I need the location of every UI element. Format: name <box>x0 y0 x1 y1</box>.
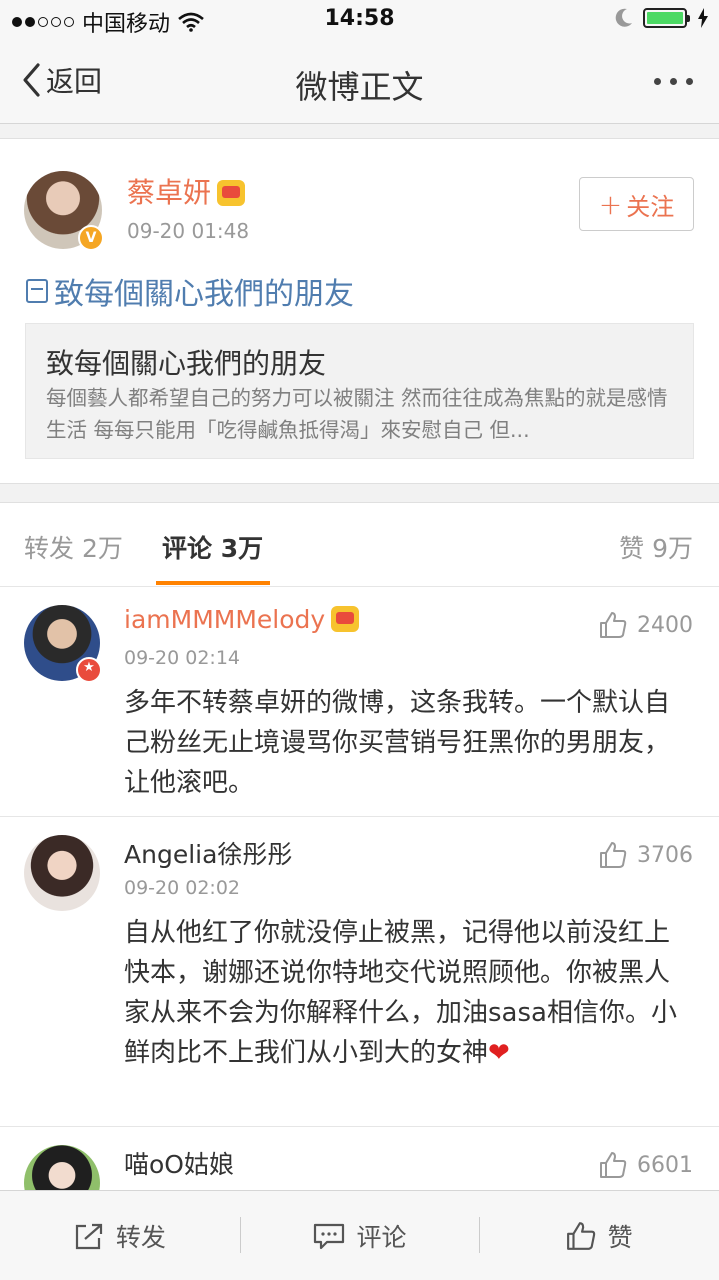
follow-label: 关注 <box>626 192 675 221</box>
commenter-name[interactable]: Angelia徐彤彤 <box>124 835 292 871</box>
thumbs-up-icon <box>600 1152 627 1178</box>
comment-item: iamMMMMelody 09-20 02:14 2400 多年不转蔡卓妍的微博… <box>0 587 719 817</box>
battery-icon <box>643 8 690 28</box>
more-options-icon[interactable] <box>654 78 693 85</box>
tab-comments[interactable]: 评论 3万 <box>162 529 263 565</box>
commenter-name-text: iamMMMMelody <box>124 605 326 634</box>
like-label: 赞 <box>607 1222 633 1252</box>
active-tab-indicator <box>156 581 270 585</box>
comment-like-button[interactable]: 3706 <box>599 841 693 869</box>
plus-icon: + <box>598 187 623 221</box>
comment-time: 09-20 02:14 <box>124 647 241 669</box>
like-button[interactable]: 赞 <box>479 1191 719 1280</box>
comment-like-count: 3706 <box>637 842 693 868</box>
page-title: 微博正文 <box>295 68 424 106</box>
post-text: 致每個關心我們的朋友 <box>54 277 354 312</box>
comment-like-button[interactable]: 2400 <box>599 611 693 639</box>
post-author-name-text: 蔡卓妍 <box>127 176 212 209</box>
thumbs-up-icon <box>566 1221 595 1250</box>
repost-icon <box>75 1223 102 1249</box>
thumbs-up-icon <box>600 842 627 868</box>
thumbs-up-icon <box>600 612 627 638</box>
post-card: V 蔡卓妍 09-20 01:48 + 关注 致每個關心我們的朋友 致每個關心我… <box>0 138 719 484</box>
star-badge-icon <box>76 657 102 683</box>
comment-time: 09-20 02:02 <box>124 877 241 899</box>
post-text-link[interactable]: 致每個關心我們的朋友 <box>26 269 354 313</box>
heart-icon: ❤ <box>488 1038 510 1068</box>
vip-crown-icon <box>331 606 360 632</box>
article-summary: 每個藝人都希望自己的努力可以被關注 然而往往成為焦點的就是感情生活 每每只能用「… <box>46 386 668 442</box>
follow-button[interactable]: + 关注 <box>579 177 694 231</box>
moon-icon <box>615 8 632 27</box>
tab-bar: 转发 2万 评论 3万 赞 9万 <box>0 503 719 587</box>
vip-crown-icon <box>217 180 246 206</box>
tab-likes[interactable]: 赞 9万 <box>619 529 693 565</box>
nav-bar: 返回 微博正文 <box>0 40 719 124</box>
comment-item: 喵oO姑娘 6601 <box>0 1127 719 1190</box>
repost-button[interactable]: 转发 <box>0 1191 240 1280</box>
bottom-toolbar: 转发 评论 赞 <box>0 1190 719 1280</box>
weibo-post-page: 中国移动 14:58 返回 微博正文 V 蔡卓妍 09-20 01:48 + 关… <box>0 0 719 1280</box>
interaction-section: 转发 2万 评论 3万 赞 9万 iamMMMMelody 09-20 02:1… <box>0 502 719 1190</box>
commenter-avatar[interactable] <box>24 1145 100 1190</box>
comment-text: 多年不转蔡卓妍的微博，这条我转。一个默认自己粉丝无止境谩骂你买营销号狂黑你的男朋… <box>124 688 671 798</box>
comment-like-count: 6601 <box>637 1152 693 1178</box>
post-author-name[interactable]: 蔡卓妍 <box>127 171 246 211</box>
comment-text: 自从他红了你就没停止被黑，记得他以前没红上快本，谢娜还说你特地交代说照顾他。你被… <box>124 913 684 1073</box>
comment-text-body: 自从他红了你就没停止被黑，记得他以前没红上快本，谢娜还说你特地交代说照顾他。你被… <box>124 918 677 1068</box>
comment-item: Angelia徐彤彤 09-20 02:02 3706 自从他红了你就没停止被黑… <box>0 817 719 1127</box>
repost-label: 转发 <box>115 1222 166 1252</box>
comment-label: 评论 <box>356 1222 407 1252</box>
verified-badge-icon: V <box>78 225 104 251</box>
article-title: 致每個關心我們的朋友 <box>46 347 327 380</box>
status-time: 14:58 <box>324 6 395 31</box>
status-right <box>615 8 709 28</box>
status-bar: 中国移动 14:58 <box>0 0 719 40</box>
comment-like-count: 2400 <box>637 612 693 638</box>
comment-button[interactable]: 评论 <box>239 1191 480 1280</box>
charging-bolt-icon <box>698 8 708 28</box>
post-time: 09-20 01:48 <box>127 219 250 243</box>
article-preview-card[interactable]: 致每個關心我們的朋友 每個藝人都希望自己的努力可以被關注 然而往往成為焦點的就是… <box>25 323 694 459</box>
commenter-name[interactable]: 喵oO姑娘 <box>124 1145 234 1181</box>
commenter-avatar[interactable] <box>24 835 100 911</box>
article-icon <box>26 279 48 303</box>
commenter-name[interactable]: iamMMMMelody <box>124 605 360 634</box>
comment-icon <box>313 1223 344 1249</box>
tab-reposts[interactable]: 转发 2万 <box>24 529 123 565</box>
comment-like-button[interactable]: 6601 <box>599 1151 693 1179</box>
